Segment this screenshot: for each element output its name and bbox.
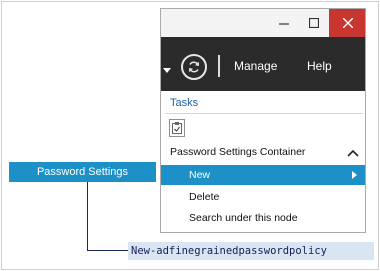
callout-leader-line <box>87 182 88 250</box>
maximize-icon <box>309 18 319 28</box>
dropdown-caret-icon[interactable] <box>163 68 171 73</box>
minimize-button[interactable] <box>269 9 299 37</box>
admin-center-window: Manage Help Tasks Password Settings Cont… <box>160 8 366 233</box>
chevron-up-icon[interactable] <box>347 149 359 157</box>
menu-item-search-under-node[interactable]: Search under this node <box>161 208 365 228</box>
toolbar-separator <box>218 55 220 77</box>
menu-item-label: Search under this node <box>189 212 298 224</box>
powershell-command: New-adfinegrainedpasswordpolicy <box>128 242 374 260</box>
tasks-section-header[interactable]: Password Settings Container <box>161 143 365 163</box>
title-bar <box>161 9 365 37</box>
menu-item-new[interactable]: New <box>161 165 365 185</box>
refresh-button[interactable] <box>181 54 207 80</box>
clipboard-icon <box>172 122 182 134</box>
password-settings-callout: Password Settings <box>9 162 156 182</box>
help-menu[interactable]: Help <box>307 59 332 73</box>
menu-item-label: New <box>189 169 211 181</box>
maximize-button[interactable] <box>299 9 329 37</box>
menu-item-delete[interactable]: Delete <box>161 187 365 207</box>
clipboard-button[interactable] <box>169 119 185 137</box>
submenu-arrow-icon <box>352 171 357 179</box>
manage-menu[interactable]: Manage <box>234 59 277 73</box>
tasks-divider <box>165 113 363 114</box>
section-title: Password Settings Container <box>170 146 306 158</box>
close-icon <box>343 18 353 28</box>
tasks-heading: Tasks <box>170 97 199 109</box>
toolbar: Manage Help <box>161 37 365 91</box>
menu-item-label: Delete <box>189 191 220 203</box>
refresh-icon <box>189 61 199 73</box>
close-button[interactable] <box>329 9 365 37</box>
minimize-icon <box>279 23 289 25</box>
callout-leader-line-horizontal <box>87 250 128 251</box>
